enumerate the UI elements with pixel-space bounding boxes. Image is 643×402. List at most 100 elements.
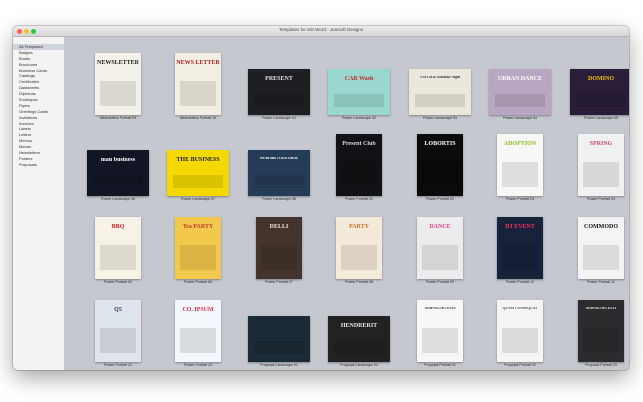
template-thumbnail[interactable]: SPRING <box>578 134 624 196</box>
template-tile[interactable]: PRESENT Poster Landscape 01 <box>239 52 319 132</box>
thumbnail-artwork <box>260 244 298 270</box>
template-tile[interactable]: HENDRERIT Proposal Landscape 02 <box>319 299 399 370</box>
thumbnail-artwork <box>93 175 143 189</box>
template-caption: Poster Portrait 13 <box>184 363 212 367</box>
template-caption: Poster Portrait 01 <box>345 197 373 201</box>
thumbnail-title: QUAM CONSEQUAT <box>502 307 538 311</box>
template-thumbnail[interactable]: LOBORTIS <box>417 134 463 196</box>
thumbnail-title: BBQ <box>111 224 125 231</box>
template-thumbnail[interactable]: COMMODO <box>578 217 624 279</box>
template-thumbnail[interactable]: URBAN DANCE <box>489 69 551 115</box>
thumbnail-artwork <box>254 341 304 355</box>
template-thumbnail[interactable]: VINTAGE Karaoke Night <box>409 69 471 115</box>
template-caption: Poster Landscape 08 <box>262 197 296 201</box>
template-thumbnail[interactable]: BBQ <box>95 217 141 279</box>
thumbnail-title: SPRING <box>589 141 613 148</box>
template-tile[interactable]: URBAN DANCE Poster Landscape 04 <box>480 52 560 132</box>
thumbnail-artwork <box>582 327 620 353</box>
thumbnail-artwork <box>99 244 137 270</box>
template-tile[interactable]: We do this TOGETHER! Poster Landscape 08 <box>239 133 319 213</box>
template-thumbnail[interactable]: THE BUSINESS <box>167 150 229 196</box>
template-tile[interactable]: ADOPTION Poster Portrait 03 <box>480 133 560 213</box>
template-tile[interactable]: DOMINO Poster Landscape 05 <box>561 52 629 132</box>
template-tile[interactable]: VINTAGE Karaoke Night Poster Landscape 03 <box>400 52 480 132</box>
thumbnail-title: ADIPISCING DUIS <box>424 307 456 311</box>
template-thumbnail[interactable]: CAR Wash <box>328 69 390 115</box>
template-thumbnail[interactable]: CO. IPSUM <box>175 300 221 362</box>
window-title: Templates for MS Word - Jumsoft Designs <box>278 27 364 32</box>
category-list: All Templates Badges Books Brochures Busines… <box>13 37 64 168</box>
thumbnail-title: Present Club <box>342 141 376 148</box>
thumbnail-artwork <box>582 161 620 187</box>
sidebar-item-proposals[interactable]: Proposals <box>13 162 64 168</box>
template-tile[interactable]: DELLI Poster Portrait 07 <box>239 216 319 296</box>
thumbnail-title: ADOPTION <box>503 141 537 148</box>
template-tile[interactable]: ADIPISCING DUIS Proposal Portrait 01 <box>400 299 480 370</box>
thumbnail-artwork <box>340 161 378 187</box>
template-tile[interactable]: BBQ Poster Portrait 05 <box>78 216 158 296</box>
template-tile[interactable]: man business Poster Landscape 06 <box>78 133 158 213</box>
template-tile[interactable]: Q5 Poster Portrait 12 <box>78 299 158 370</box>
template-caption: Proposal Portrait 01 <box>424 363 456 367</box>
template-thumbnail[interactable]: ADIPISCING ELIT <box>578 300 624 362</box>
template-thumbnail[interactable]: man business <box>87 150 149 196</box>
template-caption: Poster Portrait 08 <box>345 280 373 284</box>
template-thumbnail[interactable]: We do this TOGETHER! <box>248 150 310 196</box>
template-thumbnail[interactable]: QUAM CONSEQUAT <box>497 300 543 362</box>
template-tile[interactable]: CO. IPSUM Poster Portrait 13 <box>158 299 238 370</box>
template-grid: NEWSLETTER Newsletters Portrait 09 NEWS LE… <box>65 37 629 370</box>
template-caption: Proposal Landscape 02 <box>340 363 378 367</box>
category-sidebar: All Templates Badges Books Brochures Busines… <box>13 37 65 370</box>
template-tile[interactable]: QUAM CONSEQUAT Proposal Portrait 02 <box>480 299 560 370</box>
thumbnail-title: Tea PARTY <box>182 224 214 231</box>
thumbnail-artwork <box>582 244 620 270</box>
template-caption: Newsletters Portrait 09 <box>99 116 137 120</box>
thumbnail-artwork <box>179 80 217 106</box>
template-tile[interactable]: NEWSLETTER Newsletters Portrait 09 <box>78 52 158 132</box>
template-caption: Poster Portrait 12 <box>104 363 132 367</box>
template-thumbnail[interactable]: NEWSLETTER <box>95 53 141 115</box>
thumbnail-artwork <box>501 161 539 187</box>
thumbnail-artwork <box>495 94 545 108</box>
template-tile[interactable]: Tea PARTY Poster Portrait 06 <box>158 216 238 296</box>
template-thumbnail[interactable]: Q5 <box>95 300 141 362</box>
template-tile[interactable]: Present Club Poster Portrait 01 <box>319 133 399 213</box>
thumbnail-artwork <box>254 175 304 189</box>
template-tile[interactable]: Proposal Landscape 01 <box>239 299 319 370</box>
template-thumbnail[interactable]: Present Club <box>336 134 382 196</box>
template-thumbnail[interactable]: DOMINO <box>570 69 629 115</box>
thumbnail-title: We do this TOGETHER! <box>259 157 299 161</box>
thumbnail-artwork <box>99 80 137 106</box>
app-window: Templates for MS Word - Jumsoft Designs … <box>13 26 629 370</box>
thumbnail-title: URBAN DANCE <box>497 76 543 83</box>
template-tile[interactable]: THE BUSINESS Poster Landscape 07 <box>158 133 238 213</box>
template-thumbnail[interactable]: PARTY <box>336 217 382 279</box>
template-thumbnail[interactable]: ADIPISCING DUIS <box>417 300 463 362</box>
template-thumbnail[interactable]: NEWS LETTER <box>175 53 221 115</box>
template-thumbnail[interactable]: HENDRERIT <box>328 316 390 362</box>
thumbnail-artwork <box>334 94 384 108</box>
template-thumbnail[interactable] <box>248 316 310 362</box>
template-thumbnail[interactable]: ADOPTION <box>497 134 543 196</box>
template-thumbnail[interactable]: DELLI <box>256 217 302 279</box>
template-caption: Poster Landscape 04 <box>503 116 537 120</box>
template-tile[interactable]: ADIPISCING ELIT Proposal Portrait 03 <box>561 299 629 370</box>
template-tile[interactable]: SPRING Poster Portrait 04 <box>561 133 629 213</box>
template-tile[interactable]: DANCE Poster Portrait 09 <box>400 216 480 296</box>
template-tile[interactable]: CAR Wash Poster Landscape 02 <box>319 52 399 132</box>
thumbnail-title: NEWS LETTER <box>176 60 220 67</box>
template-tile[interactable]: LOBORTIS Poster Portrait 02 <box>400 133 480 213</box>
template-thumbnail[interactable]: PRESENT <box>248 69 310 115</box>
thumbnail-title: CO. IPSUM <box>182 307 214 314</box>
template-thumbnail[interactable]: DANCE <box>417 217 463 279</box>
template-caption: Poster Portrait 05 <box>104 280 132 284</box>
template-tile[interactable]: PARTY Poster Portrait 08 <box>319 216 399 296</box>
template-caption: Poster Portrait 10 <box>506 280 534 284</box>
template-tile[interactable]: COMMODO Poster Portrait 11 <box>561 216 629 296</box>
template-tile[interactable]: DJ EVENT Poster Portrait 10 <box>480 216 560 296</box>
thumbnail-artwork <box>179 244 217 270</box>
template-tile[interactable]: NEWS LETTER Newsletters Portrait 10 <box>158 52 238 132</box>
template-thumbnail[interactable]: Tea PARTY <box>175 217 221 279</box>
template-thumbnail[interactable]: DJ EVENT <box>497 217 543 279</box>
thumbnail-title: Q5 <box>114 307 122 314</box>
